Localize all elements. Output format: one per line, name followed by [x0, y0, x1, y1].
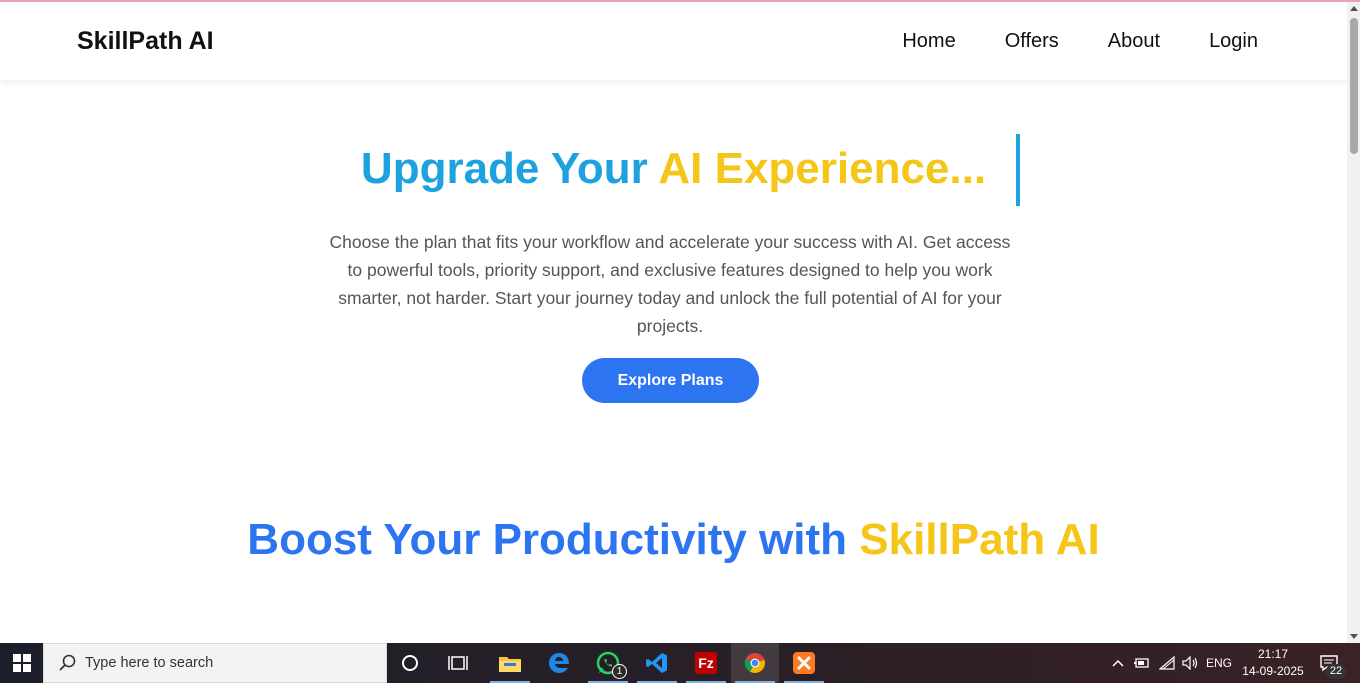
vscode-icon [646, 653, 667, 673]
navbar: SkillPath AI Home Offers About Login [0, 2, 1347, 80]
clock-date: 14-09-2025 [1242, 664, 1304, 678]
browser-viewport: SkillPath AI Home Offers About Login Upg… [0, 2, 1347, 643]
typing-cursor [1016, 134, 1020, 206]
chevron-up-icon [1112, 659, 1124, 667]
search-icon [59, 654, 76, 671]
clock-time: 21:17 [1257, 647, 1289, 661]
file-explorer-button[interactable] [486, 643, 534, 683]
xampp-button[interactable] [780, 643, 828, 683]
edge-button[interactable] [535, 643, 583, 683]
cortana-button[interactable] [386, 643, 434, 683]
nav-home-link[interactable]: Home [902, 30, 955, 53]
hero-title: Upgrade Your AI Experience... [0, 144, 1347, 194]
wifi-icon [1159, 656, 1175, 670]
filezilla-icon: Fz [695, 652, 717, 674]
battery-icon [1134, 658, 1149, 668]
section-title-part2: SkillPath AI [859, 515, 1100, 564]
vertical-scrollbar[interactable] [1347, 2, 1360, 643]
clock[interactable]: 21:17 14-09-2025 [1236, 646, 1310, 680]
scroll-thumb[interactable] [1350, 18, 1358, 154]
show-hidden-icons-button[interactable] [1108, 643, 1128, 683]
whatsapp-notification-badge: 1 [612, 664, 627, 679]
section-title-part1: Boost Your Productivity with [247, 515, 860, 564]
taskbar-search[interactable] [43, 643, 387, 683]
windows-logo-icon [12, 654, 31, 672]
vscode-button[interactable] [633, 643, 681, 683]
volume-button[interactable] [1180, 643, 1202, 683]
scroll-up-arrow-icon[interactable] [1350, 6, 1358, 11]
nav-about-link[interactable]: About [1108, 30, 1160, 53]
network-button[interactable] [1156, 643, 1178, 683]
section-title: Boost Your Productivity with SkillPath A… [0, 515, 1347, 565]
nav-links: Home Offers About Login [902, 30, 1258, 53]
nav-offers-link[interactable]: Offers [1005, 30, 1059, 53]
task-view-button[interactable] [434, 643, 482, 683]
speaker-icon [1182, 656, 1198, 670]
svg-text:Fz: Fz [698, 655, 714, 671]
scroll-down-arrow-icon[interactable] [1350, 634, 1358, 639]
whatsapp-button[interactable] [584, 643, 632, 683]
nav-login-link[interactable]: Login [1209, 30, 1258, 53]
language-indicator[interactable]: ENG [1204, 643, 1234, 683]
explore-plans-button[interactable]: Explore Plans [582, 358, 759, 403]
search-input[interactable] [85, 655, 375, 671]
task-view-icon [448, 656, 468, 670]
windows-taskbar: 1 Fz ENG 21:17 1 [0, 643, 1360, 683]
edge-icon [549, 653, 569, 673]
hero-title-part2: AI Experience... [658, 144, 987, 193]
xampp-icon [793, 652, 815, 674]
chrome-button[interactable] [731, 643, 779, 683]
hero-description: Choose the plan that fits your workflow … [329, 232, 1011, 336]
start-button[interactable] [0, 643, 43, 683]
notification-count-badge: 22 [1326, 664, 1346, 679]
chrome-icon [744, 653, 765, 673]
filezilla-button[interactable]: Fz [682, 643, 730, 683]
brand-logo[interactable]: SkillPath AI [77, 27, 214, 56]
cortana-icon [402, 655, 418, 671]
hero-title-part1: Upgrade Your [360, 144, 659, 193]
file-explorer-icon [499, 657, 521, 672]
battery-button[interactable] [1131, 643, 1151, 683]
